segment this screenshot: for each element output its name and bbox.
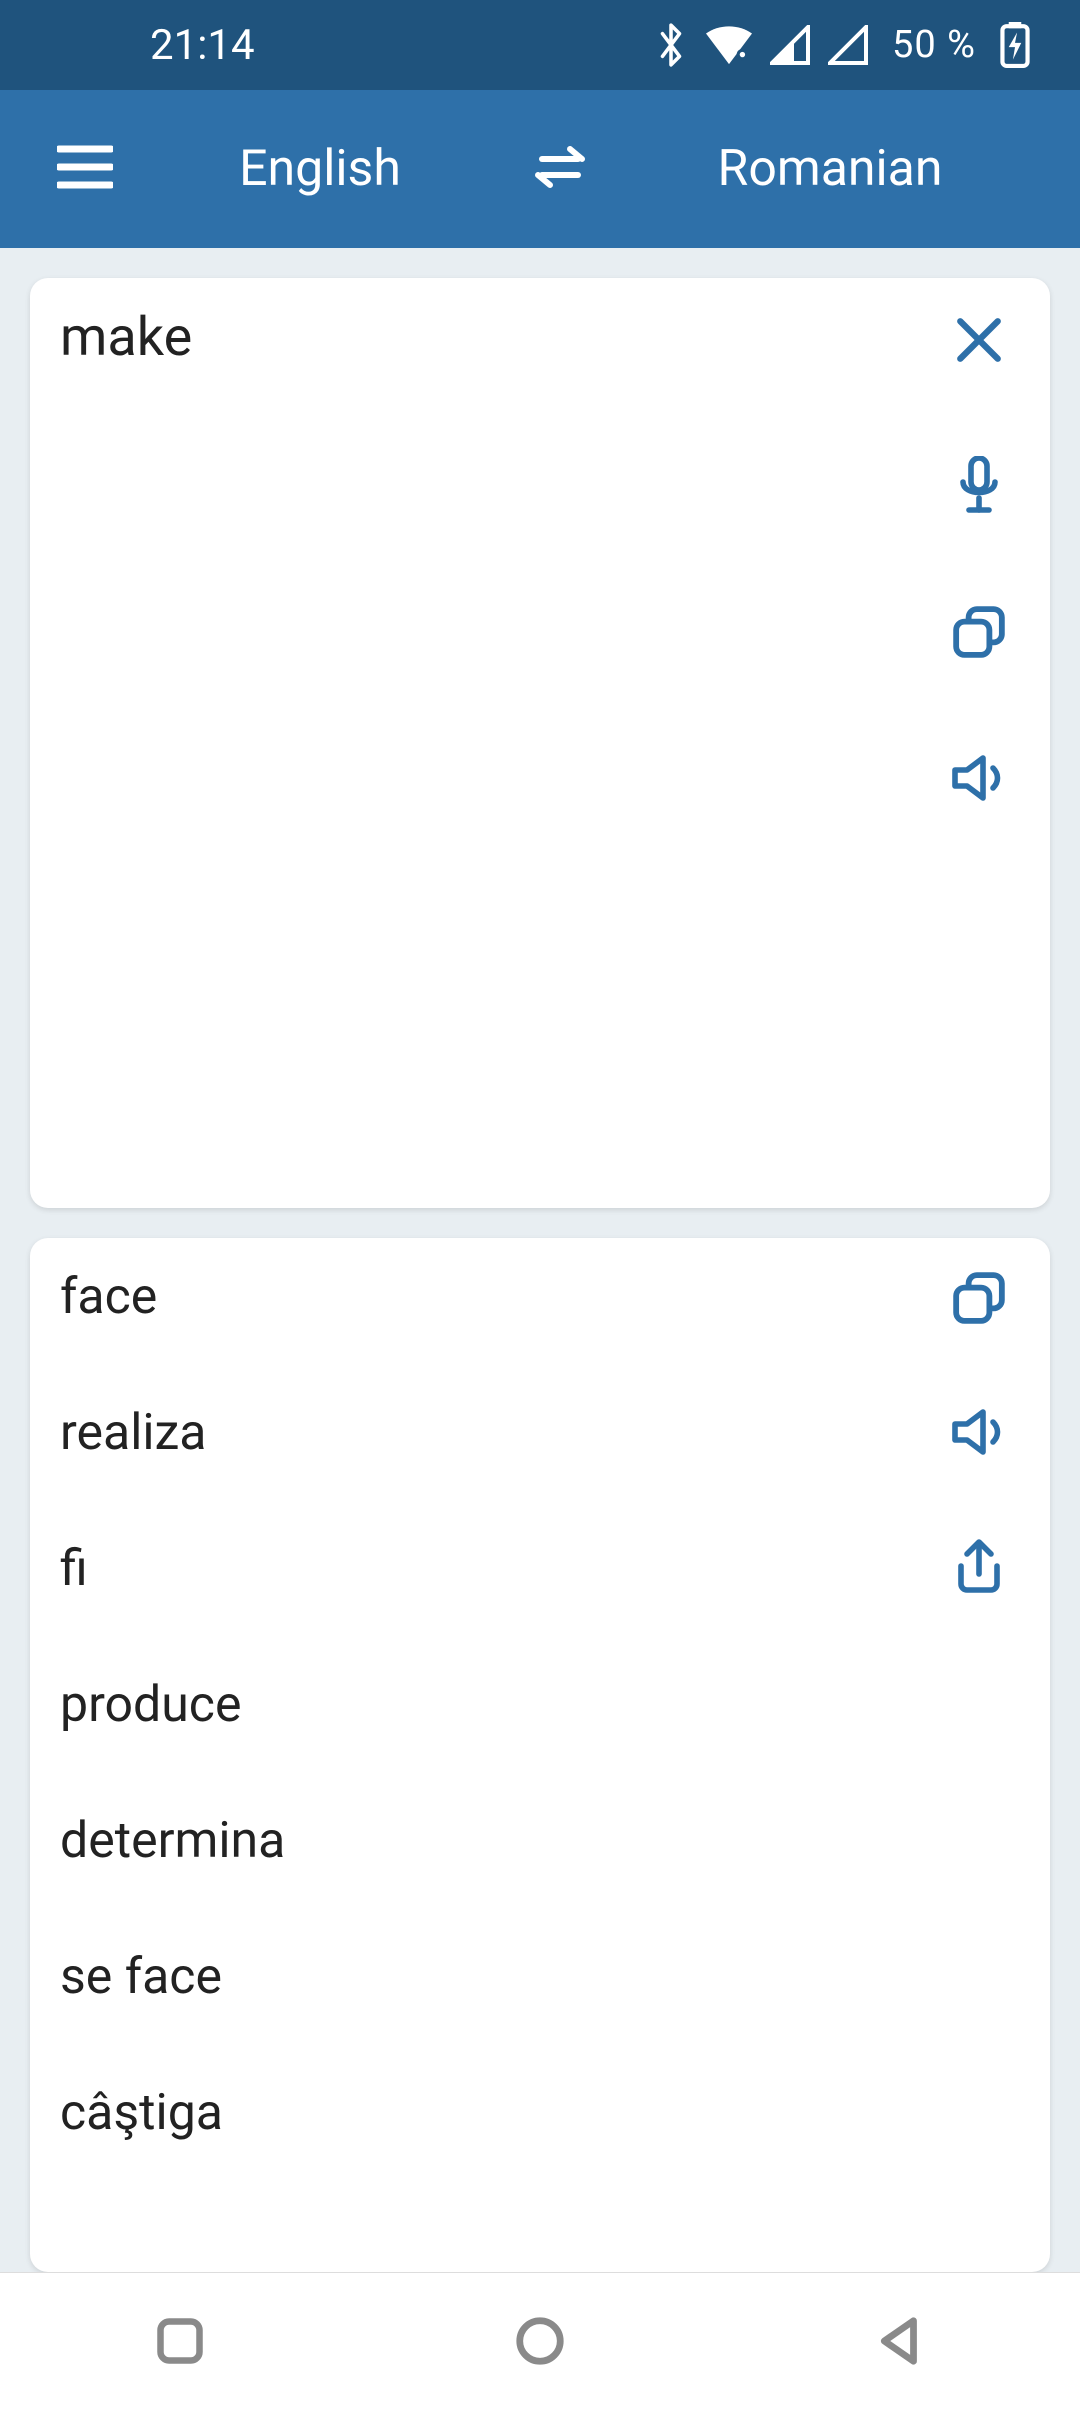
navigation-bar <box>0 2272 1080 2412</box>
result-item[interactable]: determina <box>60 1812 1020 1870</box>
nav-back-button[interactable] <box>800 2293 1000 2393</box>
copy-input-button[interactable] <box>944 602 1014 662</box>
swap-languages-button[interactable] <box>510 124 610 214</box>
result-item[interactable]: produce <box>60 1676 1020 1734</box>
input-actions <box>944 310 1014 808</box>
circle-icon <box>513 2314 567 2372</box>
status-time: 21:14 <box>150 21 255 70</box>
results-card: face realiza fi produce determina se fac… <box>30 1238 1050 2272</box>
results-list: face realiza fi produce determina se fac… <box>60 1268 1020 2142</box>
speaker-icon <box>951 1408 1007 1456</box>
status-bar: 21:14 50 % <box>0 0 1080 90</box>
battery-percent: 50 % <box>892 23 976 67</box>
copy-icon <box>952 1271 1006 1325</box>
bluetooth-icon <box>654 22 688 68</box>
menu-button[interactable] <box>40 124 130 214</box>
triangle-back-icon <box>873 2314 927 2372</box>
result-item[interactable]: realiza <box>60 1404 1020 1462</box>
input-card: make <box>30 278 1050 1208</box>
results-actions <box>944 1268 1014 1596</box>
signal-1-icon <box>770 25 810 65</box>
voice-input-button[interactable] <box>944 456 1014 516</box>
status-indicators: 50 % <box>654 22 1030 68</box>
result-item[interactable]: face <box>60 1268 1020 1326</box>
clear-input-button[interactable] <box>944 310 1014 370</box>
speak-input-button[interactable] <box>944 748 1014 808</box>
source-text-input[interactable]: make <box>60 306 192 369</box>
battery-charging-icon <box>1000 22 1030 68</box>
square-icon <box>154 2315 206 2371</box>
speaker-icon <box>951 754 1007 802</box>
result-item[interactable]: fi <box>60 1540 1020 1598</box>
target-language-button[interactable]: Romanian <box>610 140 1050 198</box>
copy-results-button[interactable] <box>944 1268 1014 1328</box>
result-item[interactable]: se face <box>60 1948 1020 2006</box>
wifi-icon <box>706 25 752 65</box>
copy-icon <box>952 605 1006 659</box>
microphone-icon <box>954 456 1004 516</box>
hamburger-icon <box>57 145 113 193</box>
result-item[interactable]: câştiga <box>60 2084 1020 2142</box>
nav-home-button[interactable] <box>440 2293 640 2393</box>
share-icon <box>953 1538 1005 1594</box>
swap-icon <box>530 142 590 196</box>
share-results-button[interactable] <box>944 1536 1014 1596</box>
content-area: make <box>0 248 1080 2272</box>
app-bar: English Romanian <box>0 90 1080 248</box>
signal-2-icon <box>828 25 868 65</box>
nav-recent-button[interactable] <box>80 2293 280 2393</box>
speak-results-button[interactable] <box>944 1402 1014 1462</box>
close-icon <box>954 315 1004 365</box>
source-language-button[interactable]: English <box>130 140 510 198</box>
